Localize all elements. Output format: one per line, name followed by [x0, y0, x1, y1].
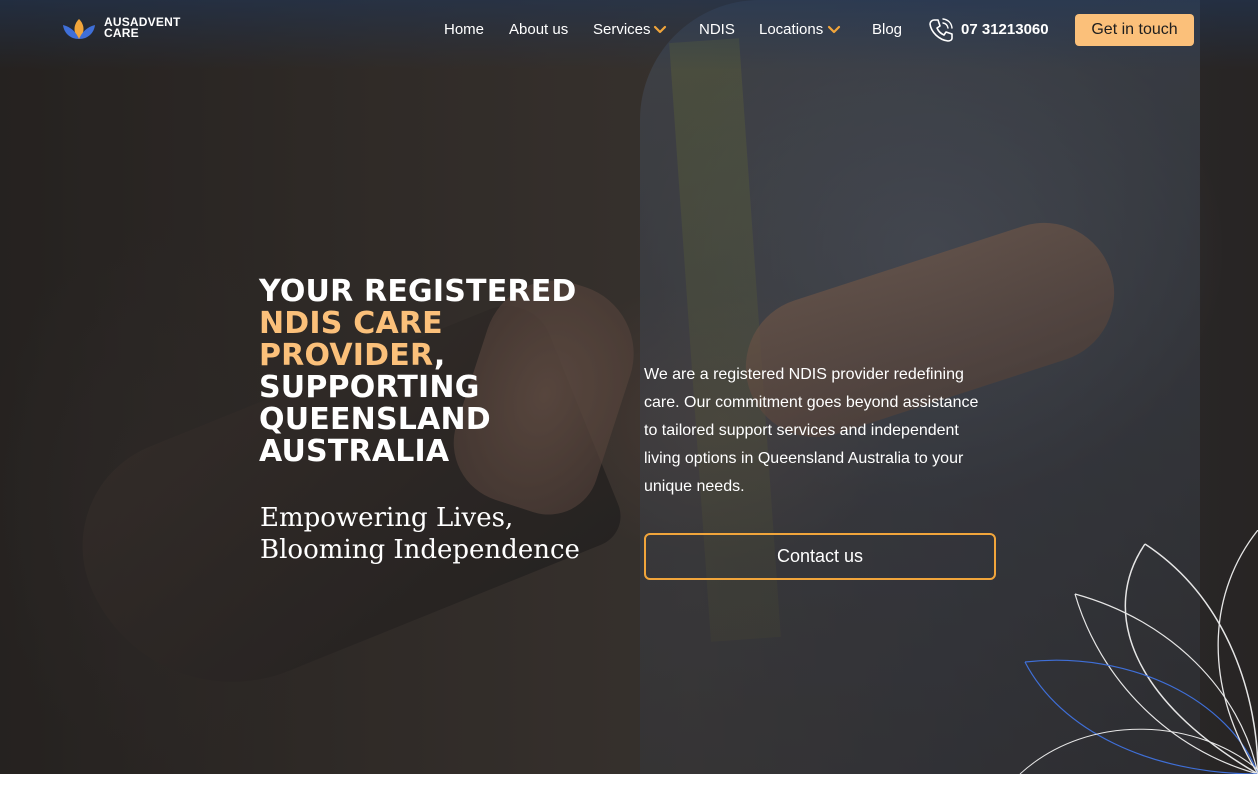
site-header: AUSADVENT CARE Home About us Services ND… [0, 0, 1258, 60]
hero-headline: YOUR REGISTERED NDIS CARE PROVIDER, SUPP… [259, 276, 639, 468]
hero-tagline: Empowering Lives, Blooming Independence [260, 503, 580, 565]
nav-about-us[interactable]: About us [509, 20, 568, 40]
contact-us-button[interactable]: Contact us [644, 533, 996, 580]
chevron-down-icon[interactable] [653, 23, 667, 37]
chevron-down-icon[interactable] [827, 23, 841, 37]
headline-comma: , [433, 338, 446, 373]
nav-locations[interactable]: Locations [759, 20, 823, 40]
brand-name-line2: CARE [104, 26, 139, 40]
site-logo[interactable]: AUSADVENT CARE [62, 15, 192, 45]
phone-number: 07 31213060 [961, 21, 1049, 38]
lotus-icon [63, 19, 95, 39]
headline-line5: QUEENSLAND [259, 402, 491, 437]
nav-services[interactable]: Services [593, 20, 651, 40]
phone-link[interactable]: 07 31213060 [928, 17, 1053, 43]
phone-icon [929, 18, 953, 42]
headline-accent-line2: PROVIDER [259, 338, 434, 373]
headline-line4: SUPPORTING [259, 370, 480, 405]
hero-description: We are a registered NDIS provider redefi… [644, 366, 979, 495]
petals-decoration [1019, 530, 1258, 774]
nav-blog[interactable]: Blog [872, 20, 902, 40]
nav-home[interactable]: Home [444, 20, 484, 40]
headline-accent-line1: NDIS CARE [259, 306, 443, 341]
headline-line1: YOUR REGISTERED [259, 274, 577, 309]
brand-name: AUSADVENT CARE [104, 16, 180, 40]
headline-line6: AUSTRALIA [259, 434, 450, 469]
nav-ndis[interactable]: NDIS [699, 20, 735, 40]
get-in-touch-button[interactable]: Get in touch [1075, 14, 1194, 46]
